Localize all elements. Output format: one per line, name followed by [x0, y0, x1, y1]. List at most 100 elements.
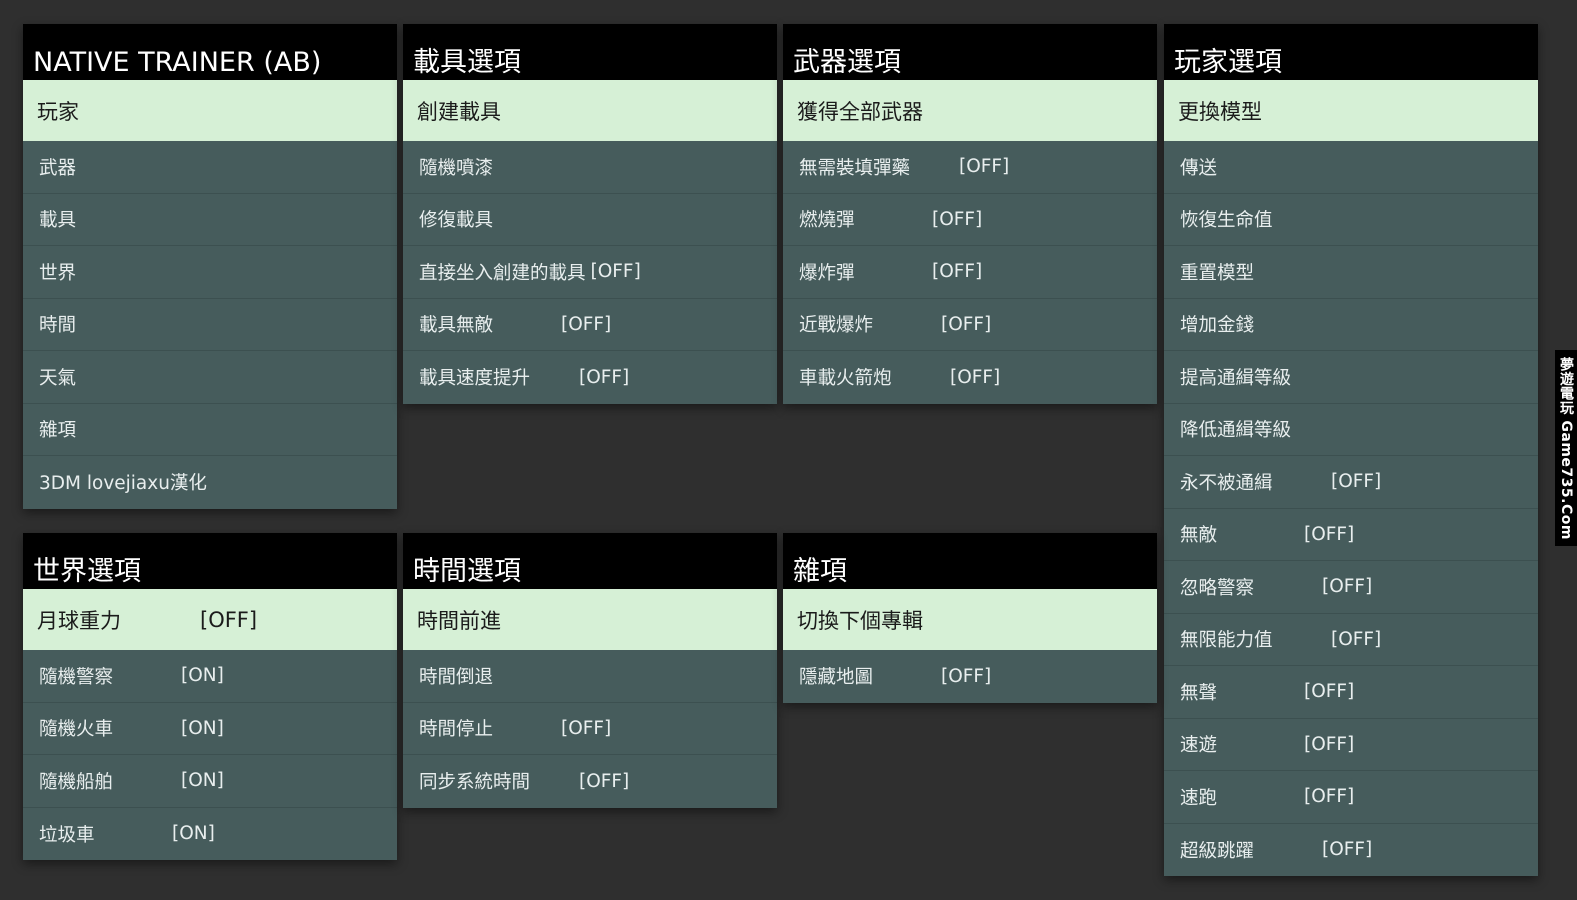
player-option-add-money[interactable]: 增加金錢 [1164, 298, 1538, 351]
menu-item-label: 載具 [39, 210, 77, 232]
option-state: [OFF] [1322, 576, 1373, 598]
player-option-super-jump[interactable]: 超級跳躍 [OFF] [1164, 823, 1538, 876]
option-label: 載具速度提升 [419, 368, 531, 390]
vehicle-option-repair[interactable]: 修復載具 [403, 193, 777, 246]
player-option-fast-swim[interactable]: 速遊 [OFF] [1164, 718, 1538, 771]
option-state: [ON] [181, 665, 224, 687]
menu-item-label: 雜項 [39, 420, 77, 442]
option-label: 隱藏地圖 [799, 667, 874, 689]
player-option-wanted-up[interactable]: 提高通緝等級 [1164, 351, 1538, 404]
option-state: [OFF] [1304, 786, 1355, 808]
option-state: [OFF] [590, 261, 641, 283]
misc-option-next-radio[interactable]: 切換下個專輯 [783, 589, 1157, 650]
world-option-moon-gravity[interactable]: 月球重力 [OFF] [23, 589, 397, 650]
option-label: 增加金錢 [1180, 315, 1255, 337]
menu-item-label: 玩家 [37, 99, 79, 124]
main-menu-panel: NATIVE TRAINER (AB) 玩家 武器 載具 世界 時間 天氣 雜項… [23, 24, 397, 509]
weapon-options-title: 武器選項 [783, 24, 1157, 80]
player-option-teleport[interactable]: 傳送 [1164, 141, 1538, 194]
option-label: 隨機船舶 [39, 771, 114, 793]
weapon-option-all-weapons[interactable]: 獲得全部武器 [783, 80, 1157, 141]
weapon-option-vehicle-rockets[interactable]: 車載火箭炮 [OFF] [783, 351, 1157, 404]
vehicle-options-title: 載具選項 [403, 24, 777, 80]
player-option-invincible[interactable]: 無敵 [OFF] [1164, 508, 1538, 561]
vehicle-option-speed-boost[interactable]: 載具速度提升 [OFF] [403, 351, 777, 404]
weapon-option-no-reload[interactable]: 無需裝填彈藥 [OFF] [783, 141, 1157, 194]
menu-item-label: 時間 [39, 315, 77, 337]
option-label: 無需裝填彈藥 [799, 157, 911, 179]
time-option-sync-system[interactable]: 同步系統時間 [OFF] [403, 755, 777, 808]
weapon-option-explosive-melee[interactable]: 近戰爆炸 [OFF] [783, 298, 1157, 351]
world-option-random-cops[interactable]: 隨機警察 [ON] [23, 650, 397, 703]
player-options-title: 玩家選項 [1164, 24, 1538, 80]
option-label: 降低通緝等級 [1180, 420, 1292, 442]
player-option-change-model[interactable]: 更換模型 [1164, 80, 1538, 141]
option-state: [OFF] [941, 665, 992, 687]
option-label: 無限能力值 [1180, 630, 1273, 652]
option-label: 創建載具 [417, 99, 501, 124]
time-options-panel: 時間選項 時間前進 時間倒退 時間停止 [OFF] 同步系統時間 [OFF] [403, 533, 777, 808]
time-option-forward[interactable]: 時間前進 [403, 589, 777, 650]
option-label: 隨機警察 [39, 666, 114, 688]
option-label: 燃燒彈 [799, 210, 855, 232]
menu-item-misc[interactable]: 雜項 [23, 403, 397, 456]
option-state: [OFF] [579, 770, 630, 792]
option-label: 速跑 [1180, 787, 1218, 809]
menu-item-credits[interactable]: 3DM lovejiaxu漢化 [23, 456, 397, 509]
player-option-silent[interactable]: 無聲 [OFF] [1164, 666, 1538, 719]
player-option-heal[interactable]: 恢復生命值 [1164, 193, 1538, 246]
option-label: 修復載具 [419, 210, 494, 232]
player-option-ignore-police[interactable]: 忽略警察 [OFF] [1164, 561, 1538, 614]
option-state: [OFF] [579, 366, 630, 388]
vehicle-option-warp-into[interactable]: 直接坐入創建的載具 [OFF] [403, 246, 777, 299]
option-label: 隨機噴漆 [419, 157, 494, 179]
world-option-garbage-trucks[interactable]: 垃圾車 [ON] [23, 807, 397, 860]
player-option-unlimited-ability[interactable]: 無限能力值 [OFF] [1164, 613, 1538, 666]
menu-item-time[interactable]: 時間 [23, 298, 397, 351]
misc-option-hide-hud[interactable]: 隱藏地圖 [OFF] [783, 650, 1157, 703]
misc-options-panel: 雜項 切換下個專輯 隱藏地圖 [OFF] [783, 533, 1157, 703]
weapon-option-fire-ammo[interactable]: 燃燒彈 [OFF] [783, 193, 1157, 246]
vehicle-option-invincible[interactable]: 載具無敵 [OFF] [403, 298, 777, 351]
option-label: 超級跳躍 [1180, 840, 1255, 862]
menu-item-weather[interactable]: 天氣 [23, 351, 397, 404]
player-option-never-wanted[interactable]: 永不被通緝 [OFF] [1164, 456, 1538, 509]
player-option-reset-model[interactable]: 重置模型 [1164, 246, 1538, 299]
option-label: 隨機火車 [39, 719, 114, 741]
world-option-random-trains[interactable]: 隨機火車 [ON] [23, 702, 397, 755]
option-state: [OFF] [561, 717, 612, 739]
option-label: 爆炸彈 [799, 262, 855, 284]
option-state: [OFF] [1322, 839, 1373, 861]
option-state: [OFF] [1304, 523, 1355, 545]
option-label: 載具無敵 [419, 315, 494, 337]
world-option-random-boats[interactable]: 隨機船舶 [ON] [23, 755, 397, 808]
option-label: 獲得全部武器 [797, 99, 923, 124]
world-options-panel: 世界選項 月球重力 [OFF] 隨機警察 [ON] 隨機火車 [ON] 隨機船舶 [ON… [23, 533, 397, 860]
time-option-pause[interactable]: 時間停止 [OFF] [403, 702, 777, 755]
option-label: 時間前進 [417, 608, 501, 633]
menu-item-weapons[interactable]: 武器 [23, 141, 397, 194]
menu-item-vehicles[interactable]: 載具 [23, 193, 397, 246]
vehicle-option-random-paint[interactable]: 隨機噴漆 [403, 141, 777, 194]
time-option-backward[interactable]: 時間倒退 [403, 650, 777, 703]
menu-item-label: 世界 [39, 262, 77, 284]
option-state: [OFF] [932, 261, 983, 283]
option-state: [OFF] [1304, 733, 1355, 755]
menu-item-player[interactable]: 玩家 [23, 80, 397, 141]
player-option-fast-run[interactable]: 速跑 [OFF] [1164, 771, 1538, 824]
player-option-wanted-down[interactable]: 降低通緝等級 [1164, 403, 1538, 456]
menu-item-world[interactable]: 世界 [23, 246, 397, 299]
option-label: 永不被通緝 [1180, 472, 1273, 494]
weapon-option-explosive-ammo[interactable]: 爆炸彈 [OFF] [783, 246, 1157, 299]
option-state: [OFF] [1331, 628, 1382, 650]
option-state: [OFF] [561, 313, 612, 335]
option-label: 垃圾車 [39, 824, 95, 846]
vehicle-option-spawn[interactable]: 創建載具 [403, 80, 777, 141]
option-label: 傳送 [1180, 157, 1218, 179]
option-state: [OFF] [1331, 471, 1382, 493]
vehicle-options-panel: 載具選項 創建載具 隨機噴漆 修復載具 直接坐入創建的載具 [OFF] 載具無敵 [… [403, 24, 777, 404]
option-label: 更換模型 [1178, 99, 1262, 124]
option-state: [ON] [181, 770, 224, 792]
option-label: 提高通緝等級 [1180, 367, 1292, 389]
option-label: 忽略警察 [1180, 577, 1255, 599]
